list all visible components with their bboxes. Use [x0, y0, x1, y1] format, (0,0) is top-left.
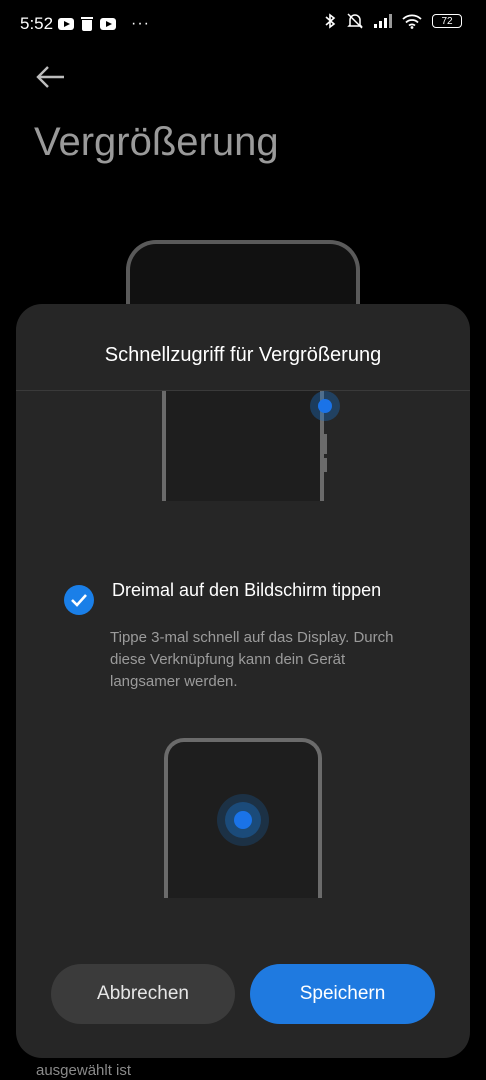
status-time: 5:52: [20, 14, 54, 33]
system-icons: 72: [324, 13, 462, 29]
notification-icons: ···: [58, 15, 150, 33]
background-peek-text: ausgewählt ist: [36, 1062, 132, 1079]
floating-button-dot: [310, 391, 340, 421]
save-button[interactable]: Speichern: [250, 964, 435, 1024]
tap-point: [234, 811, 252, 829]
cancel-button[interactable]: Abbrechen: [51, 964, 235, 1024]
checkmark-icon: [71, 594, 87, 607]
accessibility-button-illustration: [162, 391, 324, 501]
phone-side-button: [323, 458, 327, 472]
signal-icon: [374, 14, 392, 28]
more-icon: ···: [131, 15, 150, 32]
mute-vibrate-icon: [347, 13, 363, 29]
youtube-icon: [100, 18, 116, 30]
status-bar: 5:52 ··· 72: [0, 0, 486, 48]
shortcut-dialog: Schnellzugriff für Vergrößerung Dreimal …: [16, 304, 470, 1058]
trash-icon: [81, 17, 93, 31]
battery-icon: 72: [432, 14, 462, 28]
page-title: Vergrößerung: [34, 120, 279, 164]
wifi-icon: [402, 14, 422, 29]
triple-tap-option-description: Tippe 3-mal schnell auf das Display. Dur…: [110, 629, 394, 690]
triple-tap-checkbox[interactable]: [64, 585, 94, 615]
back-arrow-icon[interactable]: [34, 62, 68, 92]
triple-tap-option-title[interactable]: Dreimal auf den Bildschirm tippen: [112, 578, 412, 602]
phone-side-button: [323, 434, 327, 454]
bluetooth-icon: [325, 13, 336, 29]
dialog-title: Schnellzugriff für Vergrößerung: [104, 344, 382, 366]
youtube-icon: [58, 18, 74, 30]
